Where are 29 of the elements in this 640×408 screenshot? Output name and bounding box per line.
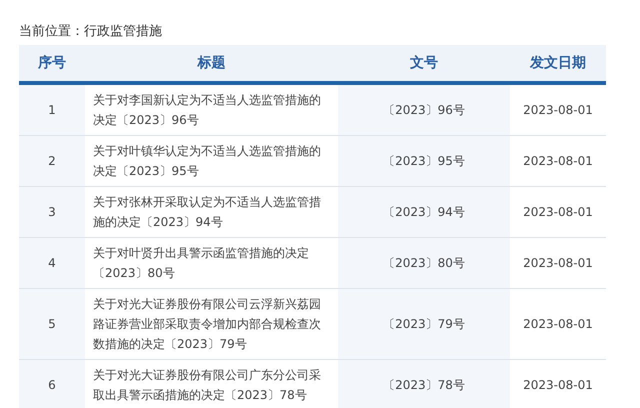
table-cell-text: 5: [48, 316, 56, 333]
table-cell[interactable]: 关于对叶镇华认定为不适当人选监管措施的决定〔2023〕95号: [93, 141, 330, 181]
column-header: 序号: [37, 54, 67, 72]
table-cell-text: 〔2023〕94号: [383, 204, 465, 221]
table-cell-text: 2023-08-01: [523, 255, 593, 272]
table-cell-text: 2023-08-01: [523, 316, 593, 333]
column-header: 发文日期: [528, 54, 587, 72]
table-cell-text: 2023-08-01: [523, 377, 593, 394]
table-cell-text: 2023-08-01: [523, 102, 593, 119]
table-cell-text: 〔2023〕78号: [383, 377, 465, 394]
table-cell-text: 2: [48, 153, 56, 170]
column-header: 文号: [409, 54, 439, 72]
table-cell-text: 〔2023〕96号: [383, 102, 465, 119]
table-cell[interactable]: 关于对张林开采取认定为不适当人选监管措施的决定〔2023〕94号: [93, 192, 330, 232]
table-cell[interactable]: 关于对光大证券股份有限公司广东分公司采取出具警示函措施的决定〔2023〕78号: [93, 365, 330, 405]
column-header: 标题: [196, 54, 226, 72]
table-cell[interactable]: 关于对叶贤升出具警示函监管措施的决定〔2023〕80号: [93, 243, 330, 283]
table-cell-text: 2023-08-01: [523, 153, 593, 170]
breadcrumb: 当前位置：行政监管措施: [19, 23, 162, 41]
table-cell-text: 1: [48, 102, 56, 119]
table-cell-text: 4: [48, 255, 56, 272]
table-cell[interactable]: 关于对光大证券股份有限公司云浮新兴荔园路证券营业部采取责令增加内部合规检查次数措施的决定〔2023〕79号: [93, 294, 330, 354]
table-cell-text: 〔2023〕80号: [383, 255, 465, 272]
table-cell-text: 3: [48, 204, 56, 221]
table-cell[interactable]: 关于对李国新认定为不适当人选监管措施的决定〔2023〕96号: [93, 90, 330, 130]
table-cell-text: 〔2023〕79号: [383, 316, 465, 333]
table-cell-text: 2023-08-01: [523, 204, 593, 221]
table-cell-text: 6: [48, 377, 56, 394]
table-cell-text: 〔2023〕95号: [383, 153, 465, 170]
